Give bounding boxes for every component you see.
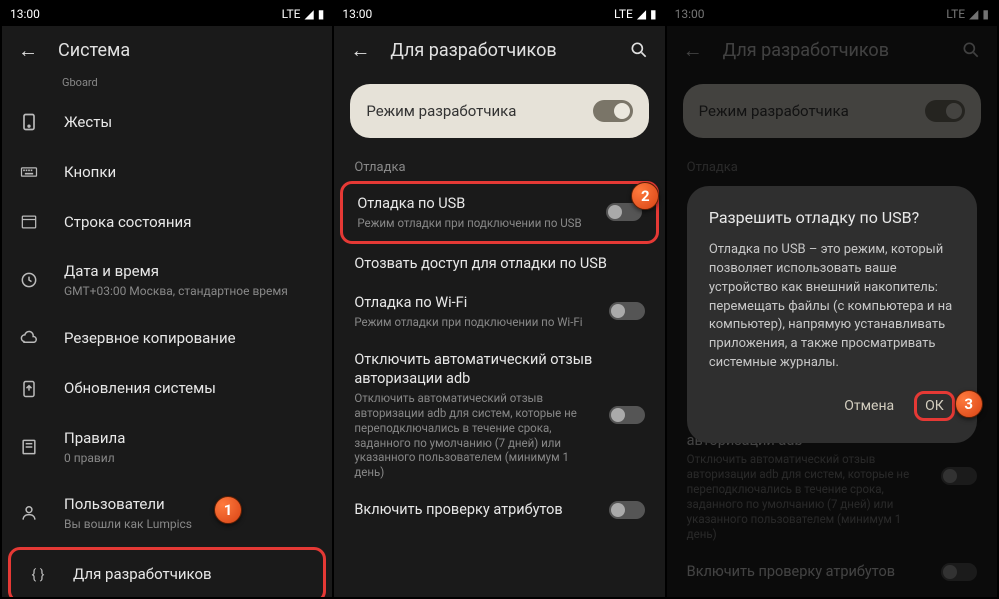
- update-icon: [18, 378, 40, 400]
- dialog-title: Разрешить отладку по USB?: [709, 208, 955, 227]
- status-icon: [18, 211, 40, 233]
- item-updates[interactable]: Обновления системы: [2, 364, 332, 414]
- rules-icon: [18, 436, 40, 458]
- screen-1-system: 13:00 LTE ◢ ▮ ← Система Gboard Жесты Кно…: [2, 2, 332, 597]
- screen-2-developers: 13:00 LTE ◢ ▮ ← Для разработчиков Режим …: [334, 2, 664, 597]
- status-bar: 13:00 LTE ◢ ▮: [2, 2, 332, 26]
- adb-toggle[interactable]: [609, 406, 645, 424]
- attribute-check[interactable]: Включить проверку атрибутов: [334, 490, 664, 530]
- status-lte: LTE: [614, 7, 633, 21]
- user-icon: [18, 502, 40, 524]
- section-debug: Отладка: [334, 148, 664, 181]
- developer-mode-card[interactable]: Режим разработчика: [350, 84, 648, 138]
- screen-3-dialog: 13:00 LTE ◢ ▮ ← Для разработчиков Режим …: [667, 2, 997, 597]
- item-backup[interactable]: Резервное копирование: [2, 314, 332, 364]
- usb-debug-dialog: Разрешить отладку по USB? Отладка по USB…: [687, 186, 977, 443]
- back-icon[interactable]: ←: [350, 40, 370, 60]
- cancel-button[interactable]: Отмена: [834, 392, 904, 420]
- cloud-icon: [18, 328, 40, 350]
- revoke-usb-access[interactable]: Отозвать доступ для отладки по USB: [334, 244, 664, 284]
- ok-button[interactable]: ОК: [914, 391, 955, 421]
- back-icon[interactable]: ←: [18, 40, 38, 60]
- usb-debugging[interactable]: Отладка по USB Режим отладки при подключ…: [340, 181, 658, 244]
- wifi-debug-toggle[interactable]: [609, 302, 645, 320]
- status-time: 13:00: [342, 7, 372, 21]
- item-status-row[interactable]: Строка состояния: [2, 197, 332, 247]
- signal-icon: ◢: [637, 7, 646, 21]
- dialog-body: Отладка по USB – это режим, который позв…: [709, 241, 955, 373]
- item-developers[interactable]: { } Для разработчиков: [8, 547, 326, 597]
- search-icon[interactable]: [629, 40, 649, 60]
- gesture-icon: [18, 111, 40, 133]
- item-rules[interactable]: Правила0 правил: [2, 414, 332, 481]
- dev-mode-label: Режим разработчика: [366, 102, 516, 120]
- item-buttons[interactable]: Кнопки: [2, 147, 332, 197]
- clock-icon: [18, 269, 40, 291]
- page-title: Для разработчиков: [390, 40, 608, 61]
- gboard-label: Gboard: [2, 74, 332, 97]
- dialog-overlay[interactable]: Разрешить отладку по USB? Отладка по USB…: [667, 2, 997, 597]
- attr-toggle[interactable]: [609, 501, 645, 519]
- wifi-debugging[interactable]: Отладка по Wi-Fi Режим отладки при подкл…: [334, 283, 664, 340]
- signal-icon: ◢: [304, 7, 313, 21]
- status-lte: LTE: [282, 7, 301, 21]
- battery-icon: ▮: [318, 7, 325, 21]
- battery-icon: ▮: [650, 7, 657, 21]
- callout-badge-1: 1: [214, 496, 242, 524]
- status-time: 13:00: [10, 7, 40, 21]
- adb-auth-revoke[interactable]: Отключить автоматический отзыв авторизац…: [334, 340, 664, 491]
- item-date-time[interactable]: Дата и времяGMT+03:00 Москва, стандартно…: [2, 247, 332, 314]
- page-title: Система: [58, 40, 316, 61]
- item-users[interactable]: ПользователиВы вошли как Lumpics: [2, 480, 332, 547]
- header: ← Система: [2, 26, 332, 74]
- dev-mode-toggle[interactable]: [593, 100, 633, 122]
- header: ← Для разработчиков: [334, 26, 664, 74]
- keyboard-icon: [18, 161, 40, 183]
- status-bar: 13:00 LTE ◢ ▮: [334, 2, 664, 26]
- callout-badge-3: 3: [955, 390, 983, 418]
- braces-icon: { }: [27, 564, 49, 586]
- item-gestures[interactable]: Жесты: [2, 97, 332, 147]
